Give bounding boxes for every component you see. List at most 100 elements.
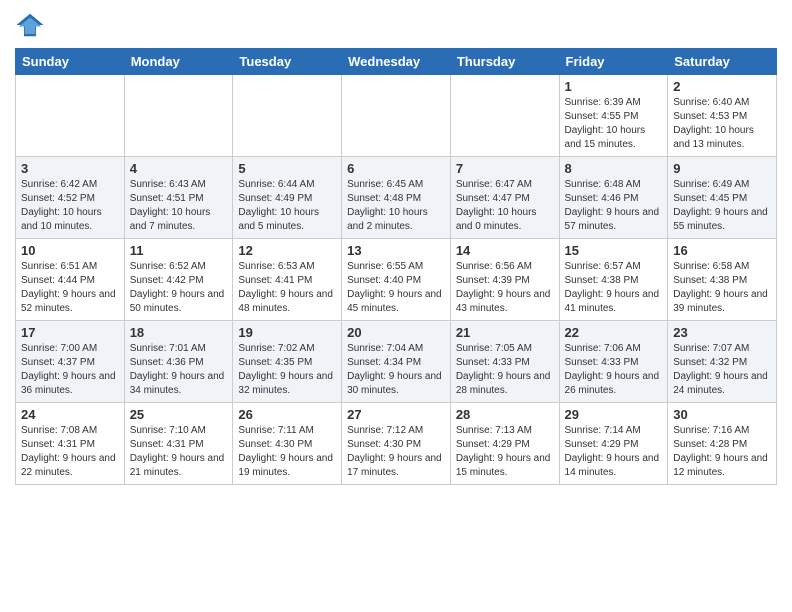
day-cell: 16 Sunrise: 6:58 AM Sunset: 4:38 PM Dayli… bbox=[668, 239, 777, 321]
day-info: Sunrise: 7:00 AM Sunset: 4:37 PM Dayligh… bbox=[21, 342, 119, 398]
day-number: 29 bbox=[565, 407, 663, 422]
day-info: Sunrise: 6:57 AM Sunset: 4:38 PM Dayligh… bbox=[565, 260, 663, 316]
day-number: 4 bbox=[130, 161, 228, 176]
day-cell: 28 Sunrise: 7:13 AM Sunset: 4:29 PM Dayli… bbox=[450, 403, 559, 485]
column-header-tuesday: Tuesday bbox=[233, 49, 342, 75]
day-info: Sunrise: 7:02 AM Sunset: 4:35 PM Dayligh… bbox=[238, 342, 336, 398]
header bbox=[15, 10, 777, 40]
day-info: Sunrise: 6:42 AM Sunset: 4:52 PM Dayligh… bbox=[21, 178, 119, 234]
day-number: 24 bbox=[21, 407, 119, 422]
day-number: 18 bbox=[130, 325, 228, 340]
day-number: 3 bbox=[21, 161, 119, 176]
day-cell bbox=[124, 75, 233, 157]
day-cell: 13Sunrise: 6:55 AM Sunset: 4:40 PM Dayli… bbox=[342, 239, 451, 321]
day-number: 16 bbox=[673, 243, 771, 258]
day-cell: 20 Sunrise: 7:04 AM Sunset: 4:34 PM Dayli… bbox=[342, 321, 451, 403]
day-info: Sunrise: 7:11 AM Sunset: 4:30 PM Dayligh… bbox=[238, 424, 336, 480]
week-row-4: 17 Sunrise: 7:00 AM Sunset: 4:37 PM Dayli… bbox=[16, 321, 777, 403]
day-number: 13 bbox=[347, 243, 445, 258]
day-cell bbox=[16, 75, 125, 157]
day-cell: 11 Sunrise: 6:52 AM Sunset: 4:42 PM Dayli… bbox=[124, 239, 233, 321]
day-info: Sunrise: 6:44 AM Sunset: 4:49 PM Dayligh… bbox=[238, 178, 336, 234]
day-number: 7 bbox=[456, 161, 554, 176]
day-info: Sunrise: 7:06 AM Sunset: 4:33 PM Dayligh… bbox=[565, 342, 663, 398]
day-cell: 26 Sunrise: 7:11 AM Sunset: 4:30 PM Dayli… bbox=[233, 403, 342, 485]
day-info: Sunrise: 7:08 AM Sunset: 4:31 PM Dayligh… bbox=[21, 424, 119, 480]
logo bbox=[15, 10, 49, 40]
day-number: 22 bbox=[565, 325, 663, 340]
day-cell: 15 Sunrise: 6:57 AM Sunset: 4:38 PM Dayli… bbox=[559, 239, 668, 321]
day-info: Sunrise: 6:53 AM Sunset: 4:41 PM Dayligh… bbox=[238, 260, 336, 316]
day-cell: 3 Sunrise: 6:42 AM Sunset: 4:52 PM Daylig… bbox=[16, 157, 125, 239]
day-number: 23 bbox=[673, 325, 771, 340]
day-cell: 7 Sunrise: 6:47 AM Sunset: 4:47 PM Daylig… bbox=[450, 157, 559, 239]
week-row-1: 1 Sunrise: 6:39 AM Sunset: 4:55 PM Daylig… bbox=[16, 75, 777, 157]
page-container: SundayMondayTuesdayWednesdayThursdayFrid… bbox=[0, 0, 792, 495]
header-row: SundayMondayTuesdayWednesdayThursdayFrid… bbox=[16, 49, 777, 75]
day-cell: 14Sunrise: 6:56 AM Sunset: 4:39 PM Dayli… bbox=[450, 239, 559, 321]
day-cell bbox=[233, 75, 342, 157]
day-info: Sunrise: 7:07 AM Sunset: 4:32 PM Dayligh… bbox=[673, 342, 771, 398]
day-info: Sunrise: 6:40 AM Sunset: 4:53 PM Dayligh… bbox=[673, 96, 771, 152]
day-number: 2 bbox=[673, 79, 771, 94]
day-number: 30 bbox=[673, 407, 771, 422]
day-number: 6 bbox=[347, 161, 445, 176]
day-info: Sunrise: 6:39 AM Sunset: 4:55 PM Dayligh… bbox=[565, 96, 663, 152]
day-info: Sunrise: 6:43 AM Sunset: 4:51 PM Dayligh… bbox=[130, 178, 228, 234]
day-info: Sunrise: 6:45 AM Sunset: 4:48 PM Dayligh… bbox=[347, 178, 445, 234]
day-info: Sunrise: 6:56 AM Sunset: 4:39 PM Dayligh… bbox=[456, 260, 554, 316]
day-cell: 6 Sunrise: 6:45 AM Sunset: 4:48 PM Daylig… bbox=[342, 157, 451, 239]
week-row-3: 10Sunrise: 6:51 AM Sunset: 4:44 PM Dayli… bbox=[16, 239, 777, 321]
day-info: Sunrise: 7:12 AM Sunset: 4:30 PM Dayligh… bbox=[347, 424, 445, 480]
day-info: Sunrise: 7:16 AM Sunset: 4:28 PM Dayligh… bbox=[673, 424, 771, 480]
day-number: 25 bbox=[130, 407, 228, 422]
day-number: 10 bbox=[21, 243, 119, 258]
day-cell: 8 Sunrise: 6:48 AM Sunset: 4:46 PM Daylig… bbox=[559, 157, 668, 239]
day-cell: 10Sunrise: 6:51 AM Sunset: 4:44 PM Dayli… bbox=[16, 239, 125, 321]
day-cell: 17 Sunrise: 7:00 AM Sunset: 4:37 PM Dayli… bbox=[16, 321, 125, 403]
day-number: 15 bbox=[565, 243, 663, 258]
day-info: Sunrise: 7:04 AM Sunset: 4:34 PM Dayligh… bbox=[347, 342, 445, 398]
day-info: Sunrise: 6:58 AM Sunset: 4:38 PM Dayligh… bbox=[673, 260, 771, 316]
column-header-monday: Monday bbox=[124, 49, 233, 75]
day-info: Sunrise: 7:14 AM Sunset: 4:29 PM Dayligh… bbox=[565, 424, 663, 480]
day-cell: 21Sunrise: 7:05 AM Sunset: 4:33 PM Dayli… bbox=[450, 321, 559, 403]
day-info: Sunrise: 6:47 AM Sunset: 4:47 PM Dayligh… bbox=[456, 178, 554, 234]
column-header-wednesday: Wednesday bbox=[342, 49, 451, 75]
day-number: 12 bbox=[238, 243, 336, 258]
day-number: 17 bbox=[21, 325, 119, 340]
day-cell: 19 Sunrise: 7:02 AM Sunset: 4:35 PM Dayli… bbox=[233, 321, 342, 403]
day-number: 9 bbox=[673, 161, 771, 176]
day-number: 28 bbox=[456, 407, 554, 422]
day-cell bbox=[342, 75, 451, 157]
day-cell: 5Sunrise: 6:44 AM Sunset: 4:49 PM Daylig… bbox=[233, 157, 342, 239]
day-cell: 12 Sunrise: 6:53 AM Sunset: 4:41 PM Dayli… bbox=[233, 239, 342, 321]
week-row-2: 3 Sunrise: 6:42 AM Sunset: 4:52 PM Daylig… bbox=[16, 157, 777, 239]
day-cell: 27Sunrise: 7:12 AM Sunset: 4:30 PM Dayli… bbox=[342, 403, 451, 485]
day-number: 26 bbox=[238, 407, 336, 422]
day-cell: 29 Sunrise: 7:14 AM Sunset: 4:29 PM Dayli… bbox=[559, 403, 668, 485]
day-cell: 9Sunrise: 6:49 AM Sunset: 4:45 PM Daylig… bbox=[668, 157, 777, 239]
day-info: Sunrise: 6:52 AM Sunset: 4:42 PM Dayligh… bbox=[130, 260, 228, 316]
day-number: 11 bbox=[130, 243, 228, 258]
week-row-5: 24 Sunrise: 7:08 AM Sunset: 4:31 PM Dayli… bbox=[16, 403, 777, 485]
day-cell: 23 Sunrise: 7:07 AM Sunset: 4:32 PM Dayli… bbox=[668, 321, 777, 403]
logo-icon bbox=[15, 10, 45, 40]
day-info: Sunrise: 7:05 AM Sunset: 4:33 PM Dayligh… bbox=[456, 342, 554, 398]
day-number: 1 bbox=[565, 79, 663, 94]
calendar-table: SundayMondayTuesdayWednesdayThursdayFrid… bbox=[15, 48, 777, 485]
day-cell: 18 Sunrise: 7:01 AM Sunset: 4:36 PM Dayli… bbox=[124, 321, 233, 403]
day-cell: 1 Sunrise: 6:39 AM Sunset: 4:55 PM Daylig… bbox=[559, 75, 668, 157]
day-cell: 24 Sunrise: 7:08 AM Sunset: 4:31 PM Dayli… bbox=[16, 403, 125, 485]
day-cell: 4 Sunrise: 6:43 AM Sunset: 4:51 PM Daylig… bbox=[124, 157, 233, 239]
day-cell: 25Sunrise: 7:10 AM Sunset: 4:31 PM Dayli… bbox=[124, 403, 233, 485]
column-header-saturday: Saturday bbox=[668, 49, 777, 75]
day-number: 20 bbox=[347, 325, 445, 340]
day-cell bbox=[450, 75, 559, 157]
day-cell: 2 Sunrise: 6:40 AM Sunset: 4:53 PM Daylig… bbox=[668, 75, 777, 157]
day-info: Sunrise: 7:13 AM Sunset: 4:29 PM Dayligh… bbox=[456, 424, 554, 480]
day-number: 8 bbox=[565, 161, 663, 176]
day-info: Sunrise: 7:01 AM Sunset: 4:36 PM Dayligh… bbox=[130, 342, 228, 398]
day-number: 19 bbox=[238, 325, 336, 340]
day-info: Sunrise: 6:48 AM Sunset: 4:46 PM Dayligh… bbox=[565, 178, 663, 234]
